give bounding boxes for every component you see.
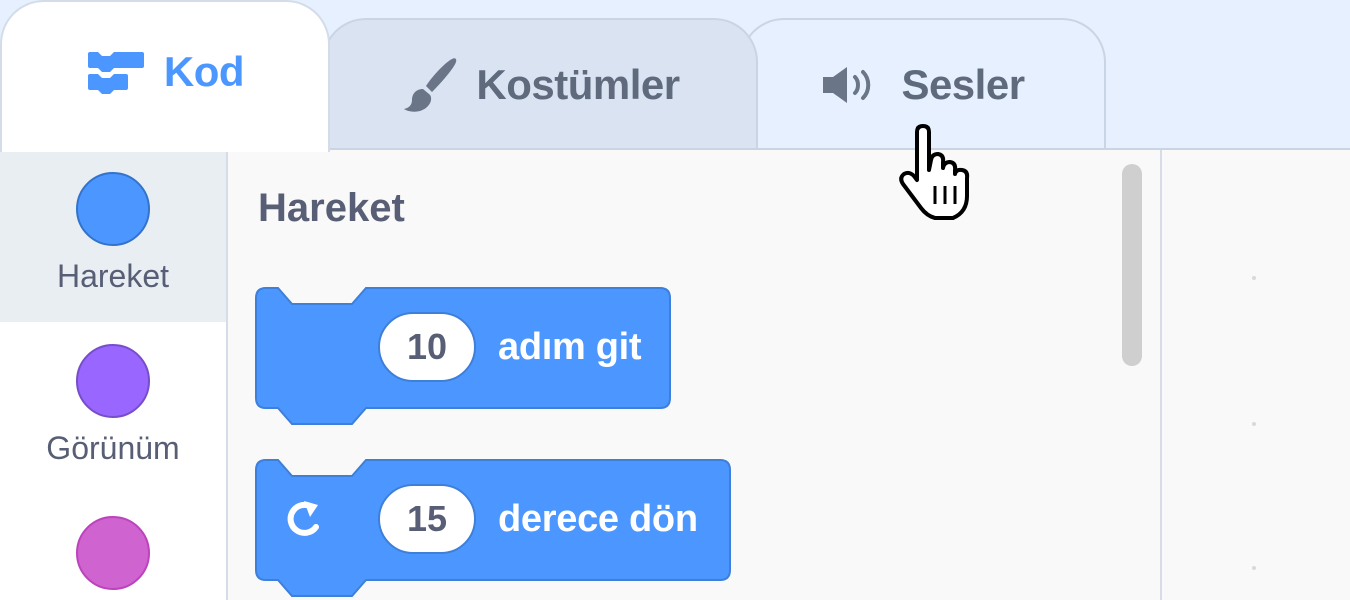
category-menu: Hareket Görünüm xyxy=(0,150,228,600)
looks-color-dot xyxy=(76,344,150,418)
grid-dot xyxy=(1252,566,1256,570)
steps-input[interactable]: 10 xyxy=(378,312,476,382)
block-palette: Hareket 10 adım git 15 derece dön xyxy=(228,150,1162,600)
grid-dot xyxy=(1252,422,1256,426)
palette-section-title: Hareket xyxy=(258,186,405,230)
scratch-editor: Kostümler Sesler Kod Hareket Görünüm Har… xyxy=(0,0,1350,600)
turn-degrees-label: derece dön xyxy=(498,497,698,540)
turn-degrees-block[interactable]: 15 derece dön xyxy=(254,458,734,600)
tab-code-label: Kod xyxy=(163,48,245,95)
move-steps-block[interactable]: 10 adım git xyxy=(254,286,674,436)
category-sound[interactable] xyxy=(0,516,226,590)
palette-scrollbar[interactable] xyxy=(1122,164,1142,366)
code-workspace[interactable] xyxy=(1162,150,1350,600)
tab-code[interactable]: Kod xyxy=(0,0,330,152)
pointing-hand-cursor-icon xyxy=(895,124,987,229)
speaker-icon xyxy=(821,63,883,107)
code-blocks-icon xyxy=(86,50,146,94)
rotate-clockwise-icon xyxy=(282,497,378,541)
tab-costumes[interactable]: Kostümler xyxy=(322,18,758,150)
sound-color-dot xyxy=(76,516,150,590)
grid-dot xyxy=(1252,276,1256,280)
motion-color-dot xyxy=(76,172,150,246)
degrees-input[interactable]: 15 xyxy=(378,484,476,554)
category-motion-label: Hareket xyxy=(56,258,170,294)
tab-sounds-label: Sesler xyxy=(901,61,1025,108)
tab-costumes-label: Kostümler xyxy=(476,61,680,108)
tab-strip-divider xyxy=(330,148,1350,150)
paintbrush-icon xyxy=(400,56,458,114)
category-looks[interactable]: Görünüm xyxy=(0,344,226,467)
move-steps-label: adım git xyxy=(498,325,642,368)
category-looks-label: Görünüm xyxy=(46,430,180,466)
category-motion[interactable]: Hareket xyxy=(0,150,226,322)
